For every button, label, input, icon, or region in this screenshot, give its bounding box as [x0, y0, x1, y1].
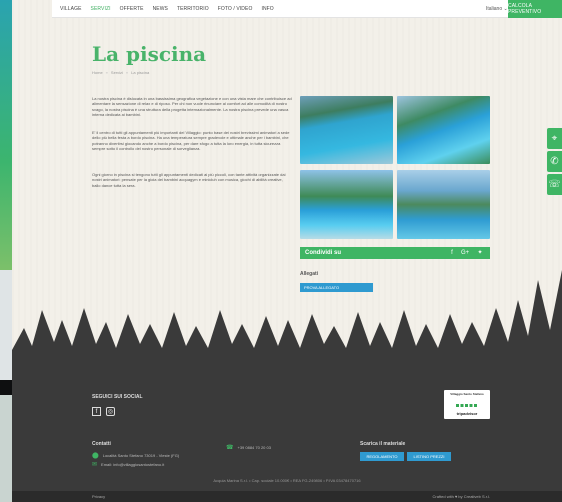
- description-paragraph-1: La nostra piscina è dislocata in una bas…: [92, 96, 292, 118]
- breadcrumb-current: La piscina: [131, 70, 150, 75]
- credits: Crafted with ♥ by Creativeb S.r.l.: [432, 494, 490, 499]
- main-menu: VILLAGE SERVIZI OFFERTE NEWS TERRITORIO …: [60, 0, 283, 18]
- nav-info[interactable]: INFO: [261, 6, 273, 12]
- contacts-title: Contatti: [92, 441, 111, 447]
- breadcrumb: Home» Servizi» La piscina: [92, 70, 149, 75]
- bottom-bar: Privacy Crafted with ♥ by Creativeb S.r.…: [12, 491, 562, 502]
- whatsapp-icon[interactable]: ☏: [547, 174, 562, 195]
- pool-photo-1[interactable]: [300, 96, 393, 164]
- breadcrumb-separator: »: [125, 70, 129, 75]
- webpage: VILLAGE SERVIZI OFFERTE NEWS TERRITORIO …: [12, 0, 562, 502]
- nav-servizi[interactable]: SERVIZI: [91, 6, 111, 12]
- tripadvisor-badge[interactable]: Villaggio Santo Stefano tripadvisor: [444, 390, 490, 419]
- pool-photo-2[interactable]: [397, 96, 490, 164]
- phone-text: +39 0884 70 20 03: [237, 445, 271, 450]
- pool-photo-3[interactable]: [300, 170, 393, 239]
- email-text: Email: info@villaggiosantostefano.it: [101, 462, 165, 467]
- phone-icon[interactable]: ✆: [547, 151, 562, 172]
- breadcrumb-home[interactable]: Home: [92, 70, 103, 75]
- nav-foto-video[interactable]: FOTO / VIDEO: [218, 6, 253, 12]
- description-paragraph-3: Ogni giorno in piscina si tengono tutti …: [92, 172, 286, 188]
- listino-button[interactable]: LISTINO PREZZI: [407, 452, 451, 461]
- nav-village[interactable]: VILLAGE: [60, 6, 82, 12]
- email-row[interactable]: ✉ Email: info@villaggiosantostefano.it: [92, 461, 164, 468]
- footer: SEGUICI SUI SOCIAL f ◎ Villaggio Santo S…: [12, 380, 562, 502]
- address-row: ⬤ Località Santo Stefano 73019 - Vieste (…: [92, 452, 179, 459]
- quote-button[interactable]: CALCOLA PREVENTIVO: [508, 0, 562, 18]
- legal-info: Acquia Marina S.r.l. • Cap. sociale 10.0…: [213, 478, 361, 483]
- privacy-link[interactable]: Privacy: [92, 494, 105, 499]
- regolamento-button[interactable]: REGOLAMENTO: [360, 452, 404, 461]
- map-pin-icon[interactable]: ⌖: [547, 128, 562, 149]
- address-text: Località Santo Stefano 73019 - Vieste (F…: [102, 453, 180, 458]
- phone-row[interactable]: ☎ +39 0884 70 20 03: [226, 444, 271, 451]
- tripadvisor-title: Villaggio Santo Stefano: [450, 392, 484, 396]
- material-title: Scarica il materiale: [360, 441, 406, 447]
- instagram-icon[interactable]: ◎: [106, 407, 115, 416]
- phone-icon: ☎: [226, 445, 234, 451]
- breadcrumb-servizi[interactable]: Servizi: [111, 70, 123, 75]
- map-pin-icon: ⬤: [92, 453, 99, 459]
- forest-silhouette: [12, 270, 562, 390]
- pool-photo-4[interactable]: [397, 170, 490, 239]
- mail-icon: ✉: [92, 462, 98, 468]
- nav-offerte[interactable]: OFFERTE: [120, 6, 144, 12]
- language-selector[interactable]: Italiano ⌄: [486, 6, 508, 12]
- social-title: SEGUICI SUI SOCIAL: [92, 394, 143, 400]
- breadcrumb-separator: »: [105, 70, 108, 75]
- description-paragraph-2: E' il centro di tutti gli appuntamenti p…: [92, 130, 290, 152]
- tripadvisor-logo: tripadvisor: [456, 411, 478, 416]
- rating-dots: [456, 404, 478, 407]
- nav-news[interactable]: NEWS: [153, 6, 168, 12]
- nav-territorio[interactable]: TERRITORIO: [177, 6, 209, 12]
- facebook-icon[interactable]: f: [92, 407, 101, 416]
- page-title: La piscina: [92, 42, 207, 66]
- language-label: Italiano: [486, 6, 503, 12]
- top-navigation: VILLAGE SERVIZI OFFERTE NEWS TERRITORIO …: [52, 0, 562, 18]
